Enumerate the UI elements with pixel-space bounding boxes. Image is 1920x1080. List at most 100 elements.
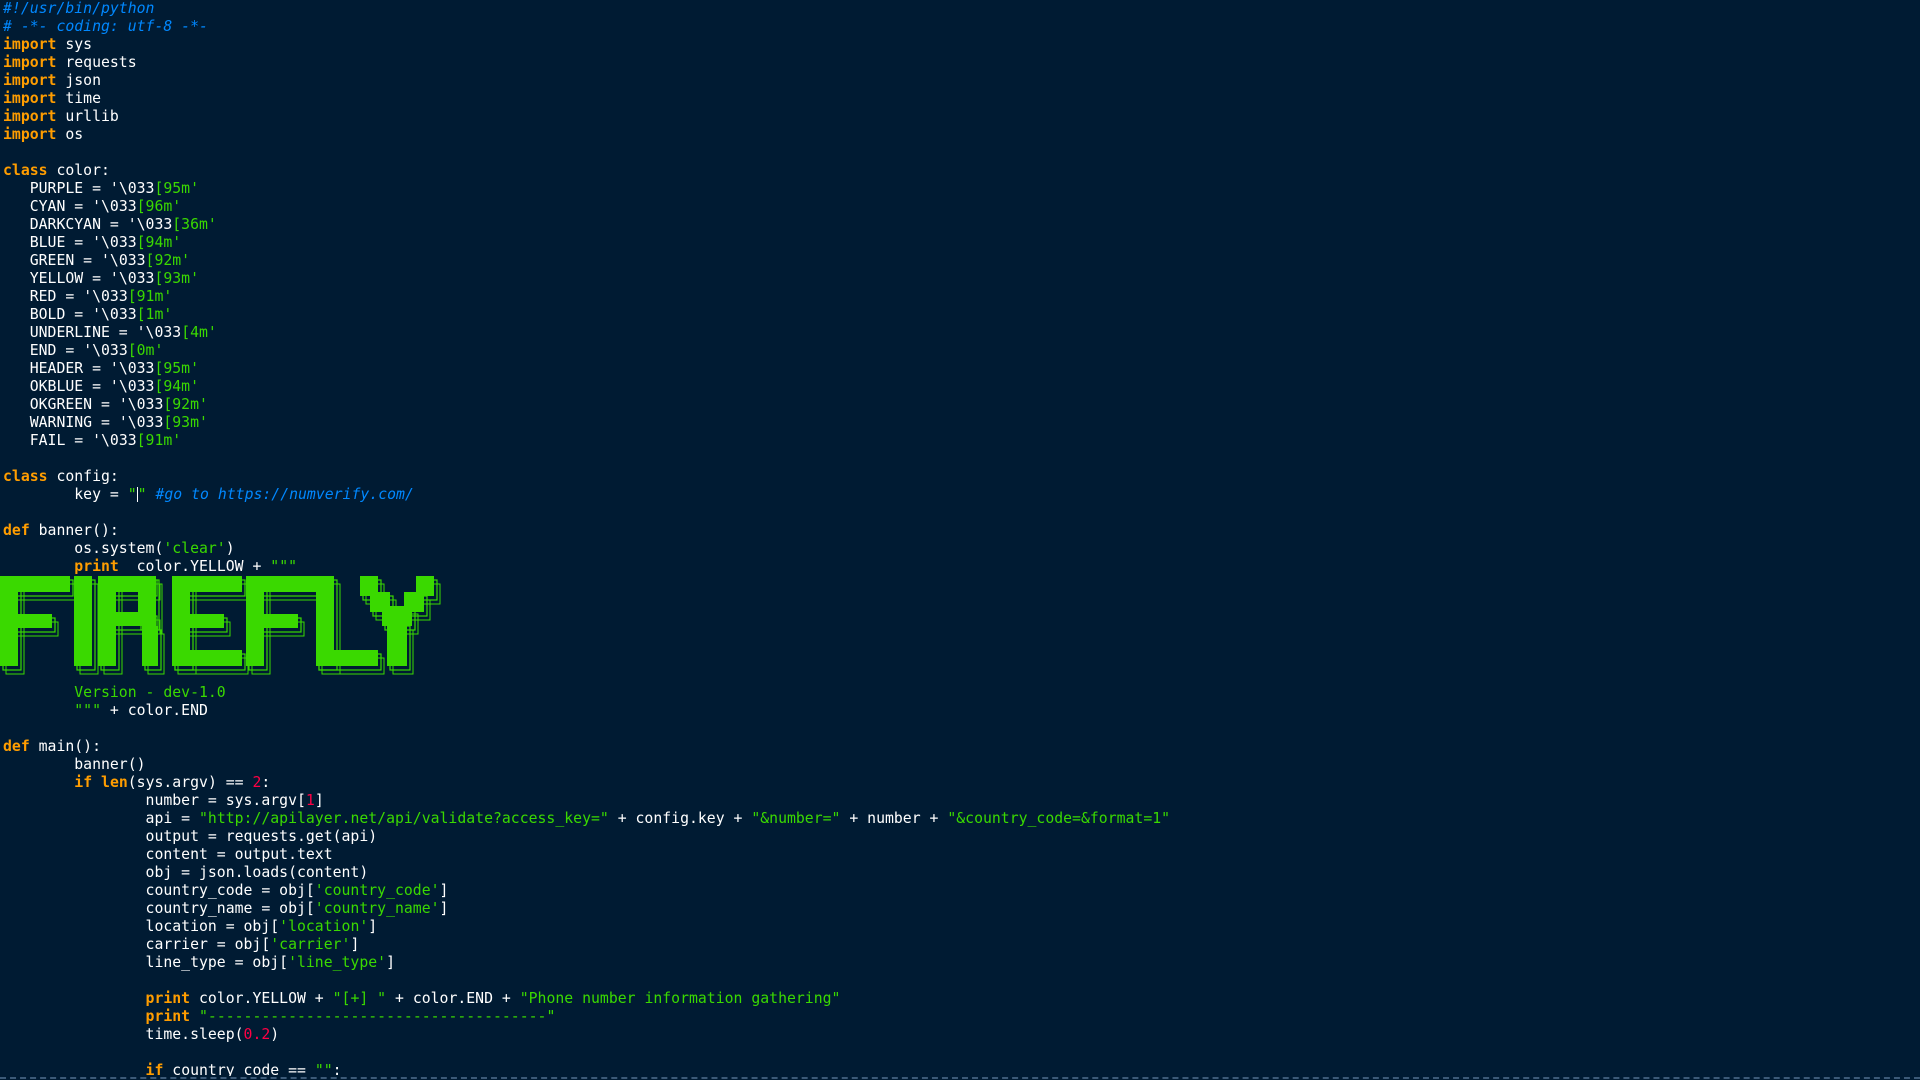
code-token: 0.2	[243, 1026, 271, 1043]
code-token: "	[137, 486, 147, 503]
code-token: + number +	[840, 810, 948, 827]
code-token: json	[56, 72, 101, 89]
code-token: class	[3, 162, 48, 179]
code-token: banner()	[3, 756, 146, 773]
code-token: import	[3, 126, 57, 143]
code-line: UNDERLINE = '\033[4m'	[3, 324, 1918, 342]
code-token: '\033	[109, 378, 155, 395]
code-line: OKBLUE = '\033[94m'	[3, 378, 1918, 396]
code-token: os	[56, 126, 84, 143]
code-token: len	[101, 774, 128, 791]
code-token: ]	[439, 900, 449, 917]
code-line: BLUE = '\033[94m'	[3, 234, 1918, 252]
code-token: [95m'	[154, 180, 199, 197]
code-token: '\033	[127, 216, 173, 233]
code-token: import	[3, 54, 57, 71]
code-line: def banner():	[3, 522, 1918, 540]
code-token: country_code = obj[	[3, 882, 315, 899]
code-token: color.YELLOW +	[190, 990, 333, 1007]
code-token: print	[145, 1008, 191, 1025]
code-token: BOLD =	[3, 306, 93, 323]
code-token: GREEN =	[3, 252, 101, 269]
code-token: [4m'	[181, 324, 217, 341]
code-line: os.system('clear')	[3, 540, 1918, 558]
code-line: import os	[3, 126, 1918, 144]
code-token: """	[270, 558, 298, 575]
code-token: 'carrier'	[270, 936, 351, 953]
code-token: DARKCYAN =	[3, 216, 128, 233]
code-line: #!/usr/bin/python	[3, 0, 1918, 18]
code-line: class color:	[3, 162, 1918, 180]
code-line: GREEN = '\033[92m'	[3, 252, 1918, 270]
code-token: '\033	[118, 414, 164, 431]
code-token: print	[74, 558, 119, 575]
code-token: '\033	[92, 432, 137, 449]
code-token: OKGREEN =	[3, 396, 119, 413]
code-token: RED =	[3, 288, 84, 305]
code-line: END = '\033[0m'	[3, 342, 1918, 360]
code-token: "[+] "	[332, 990, 387, 1007]
code-token: [93m'	[163, 414, 208, 431]
code-editor[interactable]: #!/usr/bin/python # -*- coding: utf-8 -*-…	[3, 0, 1918, 1076]
code-token: urllib	[56, 108, 119, 125]
code-token: location = obj[	[3, 918, 280, 935]
code-line: HEADER = '\033[95m'	[3, 360, 1918, 378]
code-line: carrier = obj['carrier']	[3, 936, 1918, 954]
code-token: [93m'	[154, 270, 199, 287]
code-token: '\033	[118, 396, 164, 413]
code-token: "Phone number information gathering"	[519, 990, 841, 1007]
code-line: output = requests.get(api)	[3, 828, 1918, 846]
code-token: class	[3, 468, 48, 485]
code-token: '\033	[92, 198, 137, 215]
code-token: os.system(	[3, 540, 164, 557]
code-token: 'location'	[279, 918, 369, 935]
code-token: output = requests.get(api)	[3, 828, 378, 845]
code-line: country_name = obj['country_name']	[3, 900, 1918, 918]
code-line: FAIL = '\033[91m'	[3, 432, 1918, 450]
code-token: '\033	[83, 288, 128, 305]
code-token: PURPLE =	[3, 180, 110, 197]
code-token: requests	[56, 54, 137, 71]
bottom-divider	[0, 1077, 1920, 1079]
code-token: carrier = obj[	[3, 936, 271, 953]
code-token: time.sleep(	[3, 1026, 244, 1043]
code-token: HEADER =	[3, 360, 110, 377]
code-token: [1m'	[136, 306, 173, 323]
code-token: import	[3, 90, 57, 107]
code-line: CYAN = '\033[96m'	[3, 198, 1918, 216]
code-line: country_code = obj['country_code']	[3, 882, 1918, 900]
code-token: api =	[3, 810, 199, 827]
code-line: import urllib	[3, 108, 1918, 126]
code-token: if	[74, 774, 93, 791]
code-token: "&number="	[751, 810, 841, 827]
code-token: print	[145, 990, 191, 1007]
code-token: [92m'	[163, 396, 208, 413]
code-token: import	[3, 36, 57, 53]
code-token: '\033	[109, 360, 155, 377]
code-token: color:	[47, 162, 110, 179]
banner-letter-block	[316, 650, 378, 666]
code-token: [94m'	[136, 234, 182, 251]
code-line: BOLD = '\033[1m'	[3, 306, 1918, 324]
code-token: main():	[29, 738, 102, 755]
firefly-ascii-banner	[0, 576, 445, 677]
code-token: ]	[368, 918, 378, 935]
code-line: key = "" #go to https://numverify.com/	[3, 486, 1918, 504]
code-token: """	[3, 702, 101, 719]
code-token: '\033	[101, 252, 146, 269]
code-line: PURPLE = '\033[95m'	[3, 180, 1918, 198]
code-token: banner():	[29, 522, 119, 539]
code-token: ]	[386, 954, 395, 971]
code-token: "http://apilayer.net/api/validate?access…	[199, 810, 609, 827]
code-token: )	[225, 540, 235, 557]
code-line: RED = '\033[91m'	[3, 288, 1918, 306]
code-token: )	[270, 1026, 280, 1043]
code-token: country_name = obj[	[3, 900, 315, 917]
code-token: [92m'	[145, 252, 191, 269]
code-token: ""	[314, 1062, 333, 1076]
code-token: :	[261, 774, 271, 791]
